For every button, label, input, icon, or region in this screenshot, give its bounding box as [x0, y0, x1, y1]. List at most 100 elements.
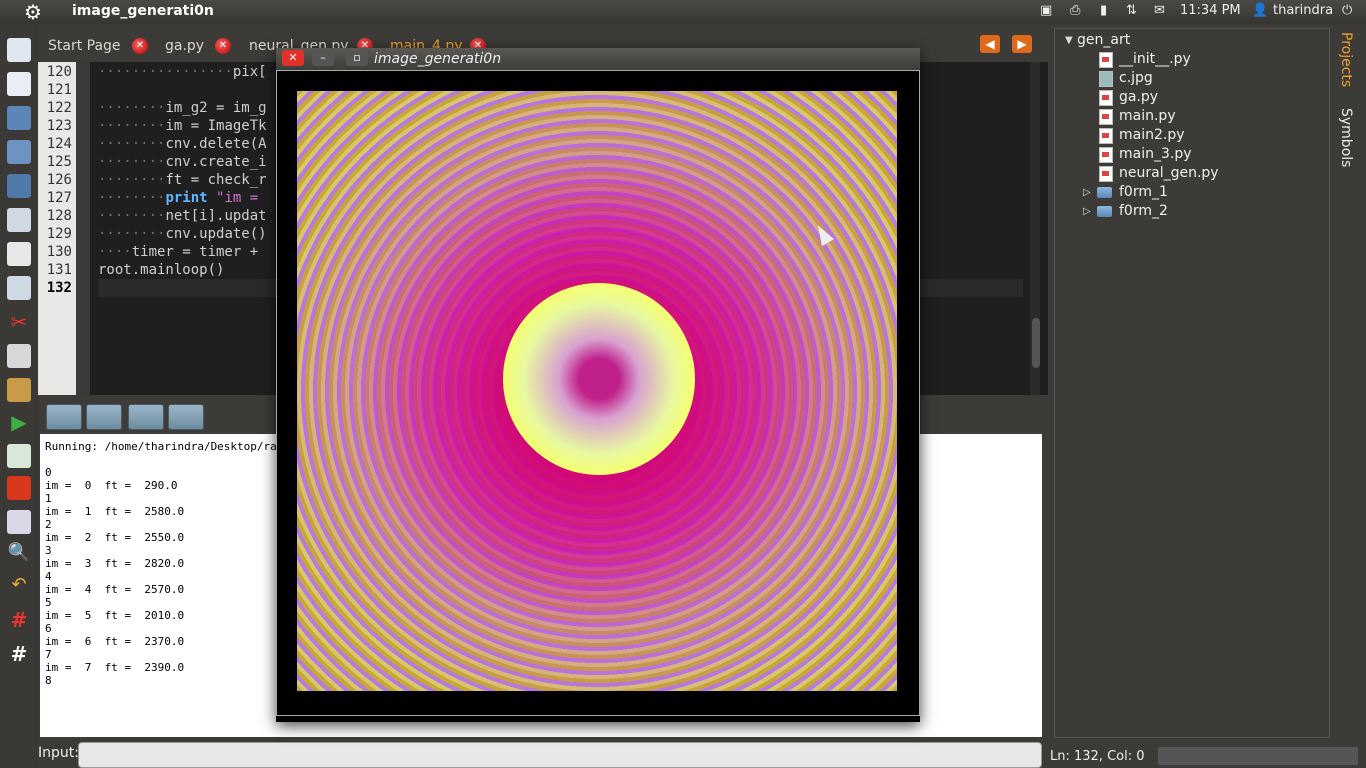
close-icon[interactable]: ✕	[282, 50, 304, 66]
tree-file[interactable]: neural_gen.py	[1119, 165, 1219, 181]
panel-icon[interactable]	[7, 242, 31, 266]
paste-icon[interactable]	[7, 378, 31, 402]
gear-logo-icon[interactable]: ⚙	[22, 1, 44, 23]
search-icon[interactable]: 🔍	[7, 542, 31, 566]
printer-icon[interactable]: ⎙	[1070, 3, 1080, 18]
clock-time[interactable]: 11:34 PM	[1180, 3, 1241, 18]
input-field[interactable]	[78, 742, 1042, 768]
ab-icon[interactable]	[7, 276, 31, 300]
mail-icon[interactable]: ✉	[1154, 3, 1165, 18]
project-tree[interactable]: ▼ gen_art __init__.py c.jpg ga.py main.p…	[1054, 28, 1330, 738]
line-number: 120	[46, 64, 72, 80]
signal-icon[interactable]: ▮	[1100, 3, 1107, 18]
run-icon[interactable]: ▶	[7, 410, 31, 434]
python-file-icon	[1099, 147, 1113, 163]
stop-icon[interactable]	[7, 476, 31, 500]
line-number: 126	[46, 172, 72, 188]
open-file-icon[interactable]	[7, 140, 31, 164]
code-line[interactable]: ····timer = timer +	[98, 244, 258, 260]
code-line[interactable]: ········cnv.update()	[98, 226, 267, 242]
user-name[interactable]: tharindra	[1273, 3, 1333, 18]
code-line[interactable]: root.mainloop()	[98, 262, 224, 278]
find-icon[interactable]	[168, 404, 204, 430]
collapsed-arrow-icon[interactable]: ▷	[1083, 206, 1091, 217]
collapsed-arrow-icon[interactable]: ▷	[1083, 187, 1091, 198]
tree-file[interactable]: main_3.py	[1119, 146, 1192, 162]
folder-icon	[1097, 206, 1112, 217]
preferences-icon[interactable]	[7, 510, 31, 534]
previous-tab-button[interactable]: ◀	[980, 35, 1000, 53]
output-line: im = 7 ft = 2390.0	[45, 661, 185, 674]
left-toolbar: ✂ ▶ 🔍 ↶ # #	[0, 24, 38, 768]
tree-folder[interactable]: f0rm_1	[1119, 184, 1168, 200]
line-number: 129	[46, 226, 72, 242]
image-file-icon	[1099, 71, 1113, 87]
minimize-icon[interactable]: –	[312, 50, 334, 66]
tab-start-page[interactable]: Start Page ✕	[38, 32, 158, 60]
new-file-icon[interactable]	[7, 38, 31, 62]
status-field[interactable]	[1158, 747, 1358, 765]
tab-projects[interactable]: Projects	[1338, 32, 1354, 87]
tab-label: ga.py	[165, 38, 205, 54]
uncomment-icon[interactable]: #	[7, 642, 31, 666]
code-line[interactable]: ········ft = check_r	[98, 172, 267, 188]
expand-arrow-icon[interactable]: ▼	[1065, 35, 1073, 46]
monitor-icon[interactable]: ▣	[1040, 3, 1052, 18]
line-number: 125	[46, 154, 72, 170]
editor-scroll-thumb[interactable]	[1032, 318, 1040, 368]
terminal-icon[interactable]	[46, 404, 82, 430]
code-line[interactable]: ················pix[	[98, 64, 267, 80]
tree-file[interactable]: main2.py	[1119, 127, 1185, 143]
cut-icon[interactable]: ✂	[7, 310, 31, 334]
output-line: 0	[45, 466, 52, 479]
tree-root[interactable]: gen_art	[1077, 32, 1130, 48]
save-icon[interactable]	[7, 174, 31, 198]
code-line[interactable]: ········net[i].updat	[98, 208, 267, 224]
split-view-icon[interactable]	[7, 208, 31, 232]
output-line: 8	[45, 674, 52, 687]
run-output-icon[interactable]	[86, 404, 122, 430]
python-file-icon	[1099, 109, 1113, 125]
generated-image-canvas	[297, 91, 897, 691]
line-number-gutter: 120 121 122 123 124 125 126 127 128 129 …	[38, 62, 76, 395]
tree-folder[interactable]: f0rm_2	[1119, 203, 1168, 219]
code-line[interactable]: ········print "im =	[98, 190, 258, 206]
network-icon[interactable]: ⇅	[1126, 3, 1137, 18]
code-line[interactable]: ········cnv.create_i	[98, 154, 267, 170]
image-generation-window[interactable]: ✕ – ▫ image_generati0n	[276, 48, 920, 722]
tree-file[interactable]: c.jpg	[1119, 70, 1153, 86]
user-icon[interactable]: 👤	[1252, 3, 1268, 18]
tree-file[interactable]: __init__.py	[1119, 51, 1191, 67]
output-line: im = 1 ft = 2580.0	[45, 505, 185, 518]
undo-icon[interactable]: ↶	[7, 574, 31, 598]
tree-file[interactable]: main.py	[1119, 108, 1176, 124]
output-line: 3	[45, 544, 52, 557]
code-line[interactable]: ········im_g2 = im_g	[98, 100, 267, 116]
line-number: 130	[46, 244, 72, 260]
tab-ga[interactable]: ga.py ✕	[155, 32, 245, 60]
code-line[interactable]: ········cnv.delete(A	[98, 136, 267, 152]
line-number: 122	[46, 100, 72, 116]
cursor-position: Ln: 132, Col: 0	[1050, 749, 1145, 764]
power-icon[interactable]: ⏻	[1342, 3, 1352, 18]
output-line: im = 0 ft = 290.0	[45, 479, 178, 492]
output-line: im = 6 ft = 2370.0	[45, 635, 185, 648]
python-file-icon	[1099, 90, 1113, 106]
top-panel: ⚙ image_generati0n ▣ ⎙ ▮ ⇅ ✉ 11:34 PM 👤 …	[0, 0, 1366, 24]
tab-symbols[interactable]: Symbols	[1338, 108, 1354, 167]
open-folder-icon[interactable]	[7, 106, 31, 130]
run-file-icon[interactable]	[7, 444, 31, 468]
window-titlebar[interactable]: ✕ – ▫ image_generati0n	[276, 48, 920, 70]
new-project-icon[interactable]	[7, 72, 31, 96]
next-tab-button[interactable]: ▶	[1012, 35, 1032, 53]
tree-file[interactable]: ga.py	[1119, 89, 1158, 105]
code-line[interactable]: ········im = ImageTk	[98, 118, 267, 134]
side-tabs: Projects Symbols	[1332, 24, 1366, 740]
copy-icon[interactable]	[7, 344, 31, 368]
input-bar: Input:	[38, 740, 1048, 768]
close-icon[interactable]: ✕	[132, 38, 148, 54]
maximize-icon[interactable]: ▫	[346, 50, 368, 66]
close-icon[interactable]: ✕	[215, 38, 231, 54]
web-icon[interactable]	[128, 404, 164, 430]
comment-icon[interactable]: #	[7, 608, 31, 632]
